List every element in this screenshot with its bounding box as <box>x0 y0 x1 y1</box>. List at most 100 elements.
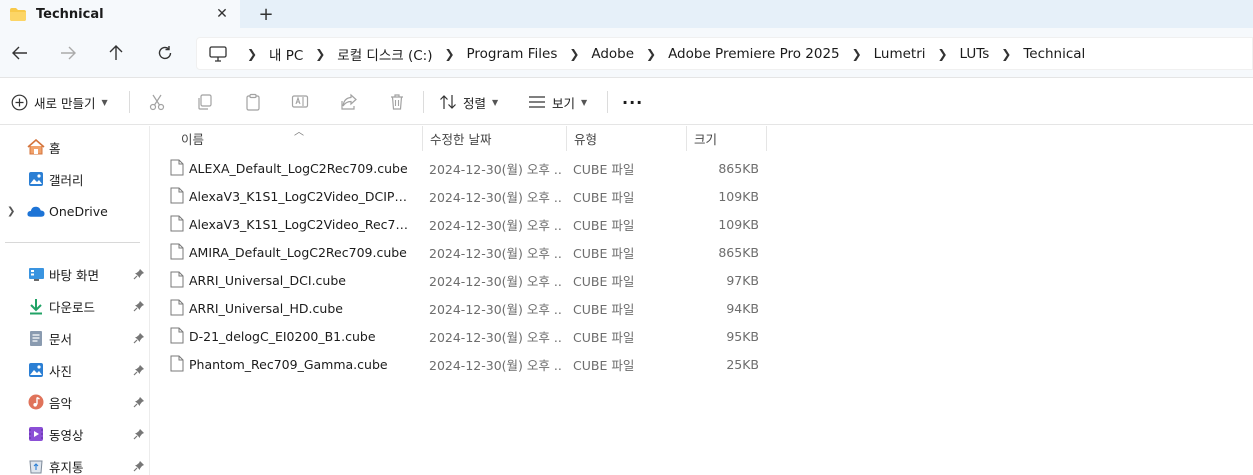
column-header-size[interactable]: 크기 <box>686 126 766 151</box>
sidebar-item-desktop[interactable]: 바탕 화면 <box>0 259 150 289</box>
file-name: AlexaV3_K1S1_LogC2Video_Rec709_EE.... <box>189 216 413 232</box>
file-row[interactable]: AlexaV3_K1S1_LogC2Video_Rec709_EE.... 20… <box>150 210 770 238</box>
file-size: 865KB <box>718 244 759 260</box>
column-header-type-label: 유형 <box>574 132 598 147</box>
sidebar-item-recycle-bin[interactable]: 휴지통 <box>0 451 150 475</box>
forward-arrow-icon[interactable] <box>57 42 79 64</box>
file-date: 2024-12-30(월) 오후 ... <box>429 189 561 205</box>
this-pc-icon[interactable] <box>207 45 229 63</box>
pin-icon[interactable] <box>133 364 145 376</box>
chevron-right-icon[interactable]: ❯ <box>436 47 462 61</box>
file-icon <box>170 271 184 288</box>
download-icon <box>27 297 45 315</box>
breadcrumb-technical[interactable]: Technical <box>1019 46 1089 62</box>
music-icon <box>27 393 45 411</box>
chevron-down-icon: ▼ <box>492 97 499 107</box>
file-row[interactable]: ALEXA_Default_LogC2Rec709.cube 2024-12-3… <box>150 154 770 182</box>
rename-icon[interactable] <box>291 91 309 113</box>
home-icon <box>27 138 45 156</box>
chevron-right-icon[interactable]: ❯ <box>307 47 333 61</box>
folder-icon <box>10 7 26 21</box>
breadcrumb-this-pc[interactable]: 내 PC <box>265 44 307 64</box>
view-button[interactable]: 보기 ▼ <box>528 91 587 113</box>
sidebar-item-label: 홈 <box>49 140 61 156</box>
pin-icon[interactable] <box>133 460 145 472</box>
column-header-size-label: 크기 <box>694 132 718 147</box>
file-type: CUBE 파일 <box>573 357 635 373</box>
chevron-right-icon[interactable]: ❯ <box>239 47 265 61</box>
sidebar-item-pictures[interactable]: 사진 <box>0 355 150 385</box>
paste-icon[interactable] <box>244 91 262 113</box>
file-row[interactable]: D-21_delogC_EI0200_B1.cube 2024-12-30(월)… <box>150 322 770 350</box>
file-row[interactable]: AMIRA_Default_LogC2Rec709.cube 2024-12-3… <box>150 238 770 266</box>
sidebar-item-label: 바탕 화면 <box>49 267 99 283</box>
file-type: CUBE 파일 <box>573 189 635 205</box>
sidebar-item-music[interactable]: 음악 <box>0 387 150 417</box>
pin-icon[interactable] <box>133 300 145 312</box>
file-name: AlexaV3_K1S1_LogC2Video_DCIP3_EE.c... <box>189 188 413 204</box>
copy-icon[interactable] <box>196 91 214 113</box>
share-icon[interactable] <box>340 91 358 113</box>
file-name: ALEXA_Default_LogC2Rec709.cube <box>189 160 408 176</box>
column-divider[interactable] <box>766 126 767 151</box>
pin-icon[interactable] <box>133 396 145 408</box>
sidebar-item-label: 문서 <box>49 331 73 347</box>
chevron-right-icon[interactable]: ❯ <box>993 47 1019 61</box>
new-button[interactable]: 새로 만들기 ▼ <box>11 91 108 113</box>
file-icon <box>170 355 184 372</box>
file-row[interactable]: ARRI_Universal_HD.cube 2024-12-30(월) 오후 … <box>150 294 770 322</box>
pictures-icon <box>27 361 45 379</box>
sidebar-item-home[interactable]: 홈 <box>0 132 150 162</box>
plus-circle-icon <box>11 94 28 111</box>
back-arrow-icon[interactable] <box>9 42 31 64</box>
sidebar-item-downloads[interactable]: 다운로드 <box>0 291 150 321</box>
address-bar[interactable]: ❯ 내 PC ❯ 로컬 디스크 (C:) ❯ Program Files ❯ A… <box>196 37 1253 70</box>
pin-icon[interactable] <box>133 268 145 280</box>
column-header-type[interactable]: 유형 <box>566 126 686 151</box>
more-options-icon[interactable]: ··· <box>622 91 643 113</box>
divider <box>423 91 424 113</box>
file-type: CUBE 파일 <box>573 217 635 233</box>
delete-icon[interactable] <box>388 91 406 113</box>
chevron-right-icon[interactable]: ❯ <box>638 47 664 61</box>
file-date: 2024-12-30(월) 오후 ... <box>429 357 561 373</box>
breadcrumb-premiere-pro[interactable]: Adobe Premiere Pro 2025 <box>664 46 844 62</box>
column-header-date[interactable]: 수정한 날짜 <box>422 126 566 151</box>
breadcrumb-luts[interactable]: LUTs <box>956 46 994 62</box>
sidebar-item-videos[interactable]: 동영상 <box>0 419 150 449</box>
file-date: 2024-12-30(월) 오후 ... <box>429 273 561 289</box>
file-row[interactable]: ARRI_Universal_DCI.cube 2024-12-30(월) 오후… <box>150 266 770 294</box>
sidebar-item-documents[interactable]: 문서 <box>0 323 150 353</box>
pin-icon[interactable] <box>133 428 145 440</box>
cut-icon[interactable] <box>148 91 166 113</box>
chevron-right-icon[interactable]: ❯ <box>561 47 587 61</box>
breadcrumb-local-disk[interactable]: 로컬 디스크 (C:) <box>333 44 436 64</box>
file-name: D-21_delogC_EI0200_B1.cube <box>189 328 376 344</box>
breadcrumb-program-files[interactable]: Program Files <box>462 46 561 62</box>
sort-button[interactable]: 정렬 ▼ <box>439 91 498 113</box>
file-row[interactable]: Phantom_Rec709_Gamma.cube 2024-12-30(월) … <box>150 350 770 378</box>
navigation-bar: ❯ 내 PC ❯ 로컬 디스크 (C:) ❯ Program Files ❯ A… <box>0 28 1253 78</box>
sidebar-item-onedrive[interactable]: ❯ OneDrive <box>0 196 150 226</box>
column-header-date-label: 수정한 날짜 <box>430 132 492 147</box>
up-arrow-icon[interactable] <box>105 42 127 64</box>
chevron-right-icon[interactable]: ❯ <box>844 47 870 61</box>
file-row[interactable]: AlexaV3_K1S1_LogC2Video_DCIP3_EE.c... 20… <box>150 182 770 210</box>
column-header-name[interactable]: 이름 <box>173 126 422 151</box>
breadcrumb-lumetri[interactable]: Lumetri <box>870 46 930 62</box>
sidebar-item-label: OneDrive <box>49 203 108 219</box>
sidebar-item-gallery[interactable]: 갤러리 <box>0 164 150 194</box>
refresh-icon[interactable] <box>154 42 176 64</box>
file-date: 2024-12-30(월) 오후 ... <box>429 245 561 261</box>
chevron-right-icon[interactable]: ❯ <box>930 47 956 61</box>
close-tab-icon[interactable]: ✕ <box>212 4 232 24</box>
sidebar-item-label: 다운로드 <box>49 299 96 315</box>
tab-technical[interactable]: Technical <box>0 0 240 28</box>
chevron-right-icon[interactable]: ❯ <box>7 206 15 217</box>
onedrive-icon <box>27 202 45 220</box>
file-date: 2024-12-30(월) 오후 ... <box>429 217 561 233</box>
file-icon <box>170 215 184 232</box>
breadcrumb-adobe[interactable]: Adobe <box>587 46 638 62</box>
pin-icon[interactable] <box>133 332 145 344</box>
new-tab-button[interactable]: + <box>256 4 276 25</box>
